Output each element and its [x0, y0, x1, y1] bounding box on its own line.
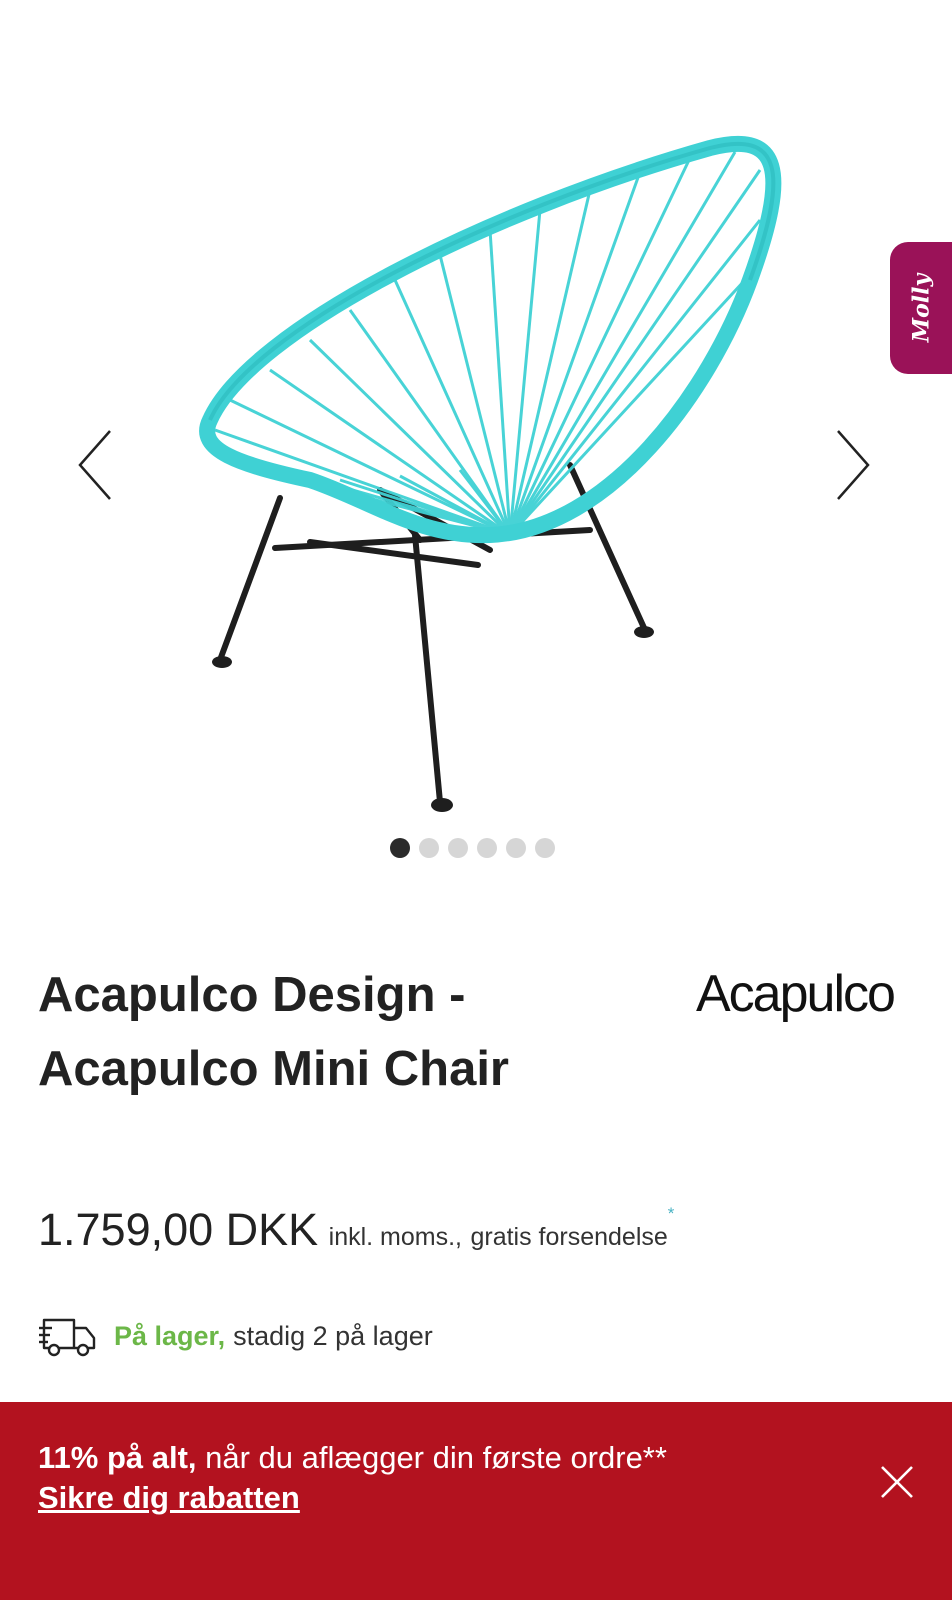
carousel-dot[interactable] — [506, 838, 526, 858]
stock-info: stadig 2 på lager — [233, 1320, 433, 1351]
product-title: Acapulco Design - Acapulco Mini Chair — [38, 958, 658, 1106]
shipping-footnote-marker: * — [667, 1204, 675, 1223]
chevron-right-icon — [837, 430, 870, 500]
brand-logo[interactable]: Acapulco — [696, 964, 896, 1024]
molly-label: Molly — [908, 273, 934, 343]
promo-description: når du aflægger din første ordre** — [196, 1440, 667, 1475]
vat-note: inkl. moms., — [328, 1223, 463, 1251]
price-row: 1.759,00 DKK inkl. moms., gratis forsend… — [38, 1204, 674, 1256]
carousel-dot[interactable] — [390, 838, 410, 858]
delivery-truck-icon — [39, 1318, 96, 1357]
product-title-line1: Acapulco Design - — [38, 968, 466, 1022]
carousel-dot[interactable] — [448, 838, 468, 858]
product-image — [199, 135, 782, 812]
stock-status: På lager, stadig 2 på lager — [38, 1314, 433, 1358]
product-price: 1.759,00 DKK — [38, 1204, 319, 1255]
carousel-dot[interactable] — [477, 838, 497, 858]
assistant-molly-tab[interactable]: Molly — [890, 242, 952, 374]
promo-text: 11% på alt, når du aflægger din første o… — [38, 1438, 667, 1518]
chevron-left-icon — [78, 430, 111, 500]
stock-label: På lager, — [114, 1320, 226, 1351]
previous-image-button[interactable] — [72, 425, 122, 505]
promo-highlight: 11% på alt, — [38, 1440, 197, 1475]
shipping-note: gratis forsendelse — [470, 1223, 668, 1251]
carousel-dot[interactable] — [535, 838, 555, 858]
carousel-dot[interactable] — [419, 838, 439, 858]
product-image-gallery[interactable]: Molly — [0, 0, 952, 880]
close-icon[interactable] — [880, 1465, 914, 1499]
product-title-line2: Acapulco Mini Chair — [38, 1042, 510, 1096]
carousel-dots — [390, 838, 555, 858]
next-image-button[interactable] — [826, 425, 876, 505]
promo-link[interactable]: Sikre dig rabatten — [38, 1478, 667, 1518]
promo-banner: 11% på alt, når du aflægger din første o… — [0, 1402, 952, 1600]
